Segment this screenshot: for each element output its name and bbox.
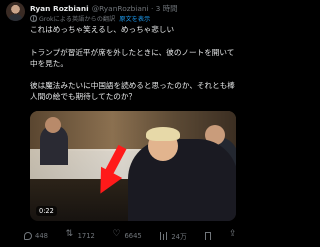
repost-icon	[66, 229, 75, 240]
view-count: 24万	[171, 233, 187, 241]
author-handle-time[interactable]: @RyanRozbiani · 3 時間	[92, 3, 178, 14]
share-button[interactable]	[229, 229, 238, 240]
like-count: 6645	[124, 232, 142, 240]
avatar[interactable]	[6, 2, 25, 21]
reply-button[interactable]: 448	[24, 232, 48, 240]
author-name[interactable]: Ryan Rozbiani	[30, 4, 89, 13]
tweet-text-line1: これはめっちゃ笑えるし、めっちゃ悲しい	[30, 25, 175, 34]
globe-icon	[30, 15, 37, 22]
bookmark-icon	[205, 232, 212, 240]
show-original-link[interactable]: 原文を表示	[119, 14, 150, 23]
video-person-center-hair	[146, 127, 180, 141]
share-icon	[229, 229, 238, 240]
tweet-text-line3: 彼は魔法みたいに中国語を読めると思ったのか、それとも棒人間の絵でも期待してたのか…	[30, 81, 235, 101]
heart-icon	[112, 229, 121, 240]
views-icon	[160, 232, 168, 240]
tweet-text-line2: トランプが習近平が席を外したときに、彼のノートを開いて中を見た。	[30, 48, 235, 68]
reply-count: 448	[35, 232, 48, 240]
video-player[interactable]: 0:22	[30, 111, 236, 221]
tweet-header: Ryan Rozbiani @RyanRozbiani · 3 時間	[30, 3, 236, 13]
like-button[interactable]: 6645	[112, 229, 142, 240]
repost-count: 1712	[77, 232, 95, 240]
translation-note: Grokによる英語からの翻訳	[39, 16, 116, 23]
video-person-left-head	[45, 117, 61, 133]
video-duration: 0:22	[36, 206, 57, 216]
views-button[interactable]: 24万	[160, 231, 187, 241]
action-bar: 448 1712 6645 24万	[24, 229, 238, 242]
reply-icon	[24, 232, 32, 240]
translation-notice: Grokによる英語からの翻訳 原文を表示	[30, 14, 150, 23]
bookmark-button[interactable]	[205, 232, 212, 240]
repost-button[interactable]: 1712	[66, 229, 95, 240]
video-person-center	[128, 139, 236, 221]
